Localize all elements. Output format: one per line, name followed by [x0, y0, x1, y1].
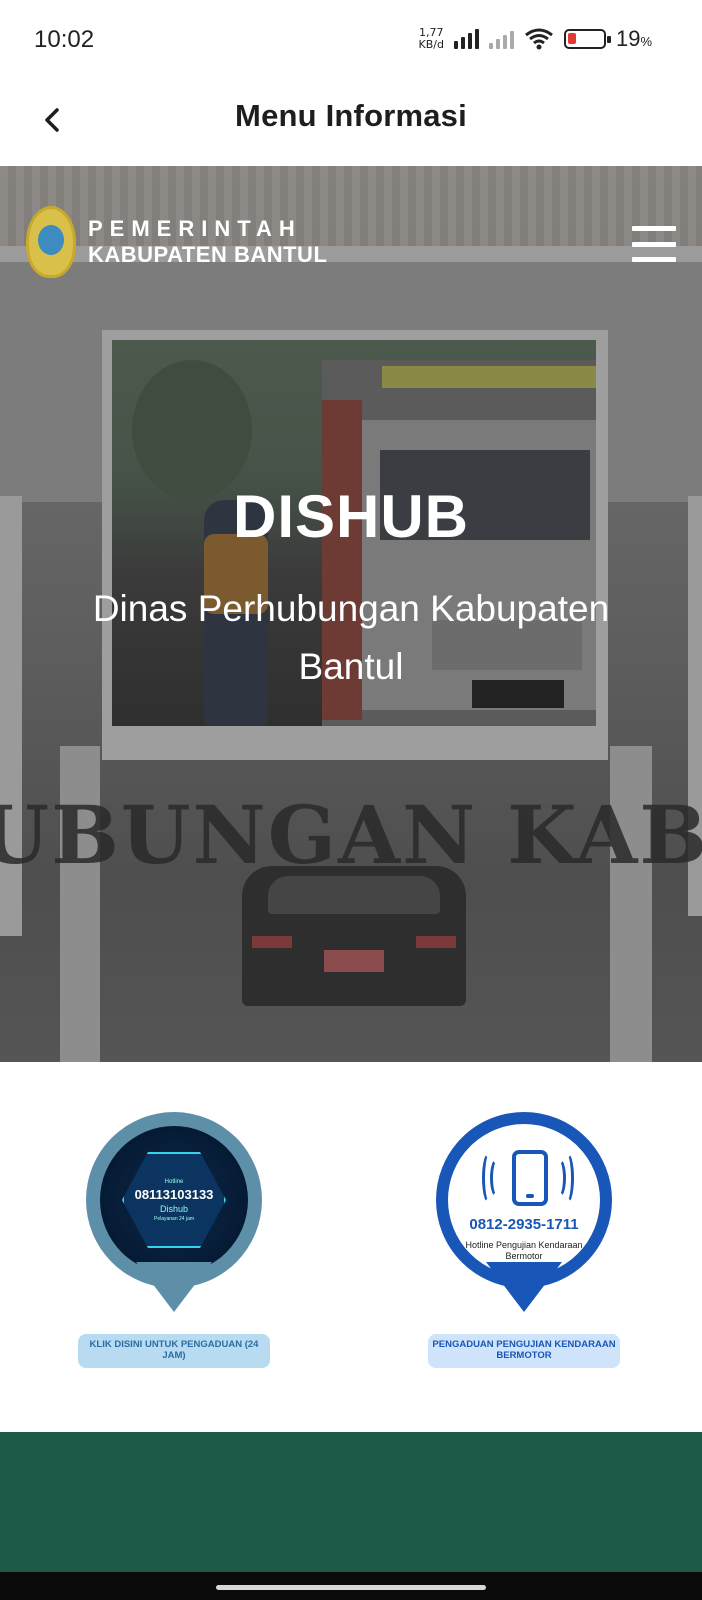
page-title: Menu Informasi [235, 98, 467, 133]
car-image [242, 866, 466, 1006]
hero-title: DISHUB [232, 483, 469, 550]
bantul-seal-icon [26, 206, 76, 278]
status-icons: 1,77 KB/d 19% [419, 26, 653, 52]
battery-unit: % [640, 34, 652, 49]
vehicle-hotline-caption: Hotline Pengujian Kendaraan Bermotor [465, 1240, 583, 1261]
hotline-label: Hotline [164, 1178, 184, 1185]
hero-subtitle: Dinas Perhubungan Kabupaten Bantul [92, 588, 610, 687]
logo-line2: KABUPATEN BANTUL [88, 242, 328, 267]
signal-secondary-icon [488, 29, 514, 49]
hamburger-icon[interactable] [632, 226, 676, 262]
app-bar: Menu Informasi [0, 80, 702, 166]
status-bar: 10:02 1,77 KB/d 19% [0, 0, 702, 80]
home-gesture-handle[interactable] [216, 1585, 486, 1590]
vehicle-testing-hotline-card[interactable]: 0812-2935-1711 Hotline Pengujian Kendara… [414, 1112, 634, 1372]
vehicle-complaint-button-label[interactable]: PENGADUAN PENGUJIAN KENDARAAN BERMOTOR [428, 1334, 620, 1368]
footer [0, 1432, 702, 1572]
status-time: 10:02 [34, 26, 95, 53]
complaint-hotline-card[interactable]: Hotline 08113103133 Dishub Pelayanan 24 … [64, 1112, 284, 1372]
network-speed: 1,77 KB/d [419, 27, 444, 51]
speed-unit: KB/d [418, 38, 444, 51]
hero-banner: IUBUNGAN KABUPAT PEMERINTAH KABUPATEN BA… [0, 166, 702, 1062]
hotline-badge: Hotline 08113103133 Dishub Pelayanan 24 … [122, 1152, 226, 1248]
hotline-name: Dishub [159, 1203, 188, 1214]
wifi-icon [525, 28, 553, 50]
battery-icon [563, 29, 611, 49]
battery-value: 19 [615, 26, 641, 51]
navigation-bar [0, 1572, 702, 1600]
logo-line1: PEMERINTAH [88, 216, 302, 241]
vehicle-hotline-number: 0812-2935-1711 [469, 1216, 579, 1233]
phone-icon [512, 1150, 548, 1206]
info-cards: Hotline 08113103133 Dishub Pelayanan 24 … [0, 1062, 702, 1432]
logo[interactable]: PEMERINTAH KABUPATEN BANTUL [26, 206, 327, 278]
battery-percent: 19% [616, 26, 652, 52]
hotline-note: Pelayanan 24 jam [153, 1215, 195, 1222]
hotline-number: 08113103133 [134, 1186, 214, 1202]
signal-icon [453, 29, 479, 49]
complaint-button-label[interactable]: KLIK DISINI UNTUK PENGADUAN (24 JAM) [78, 1334, 270, 1368]
